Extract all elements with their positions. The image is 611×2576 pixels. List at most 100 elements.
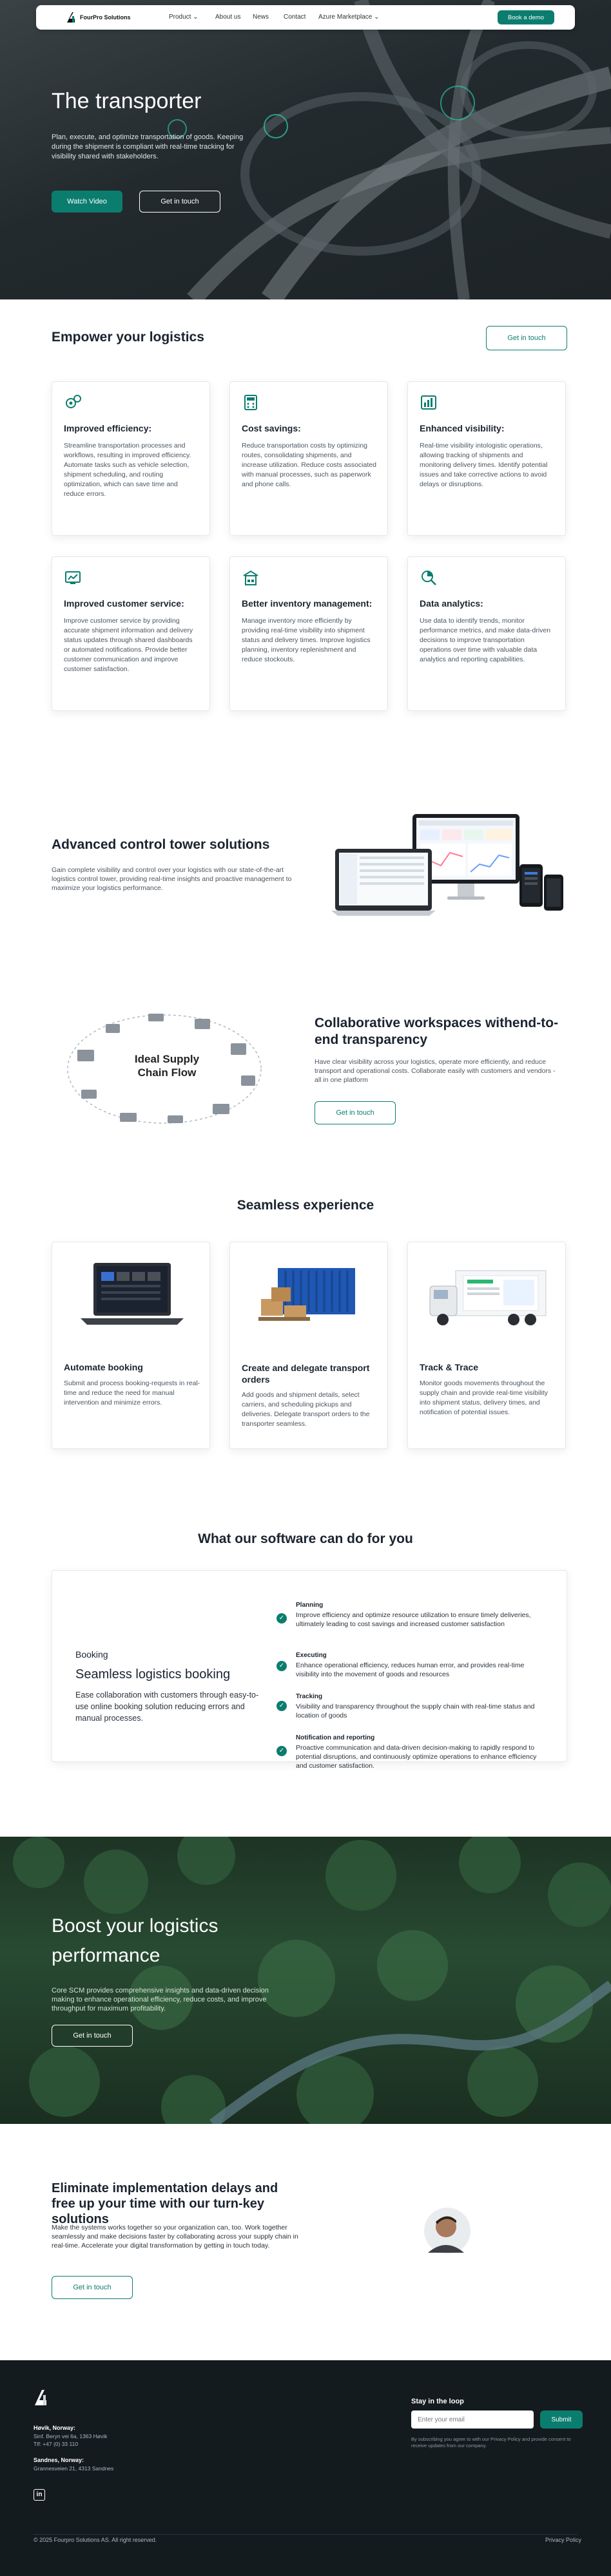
seamless-card-text: Monitor goods movements throughout the s… bbox=[420, 1379, 548, 1416]
nav-item-label: Azure Marketplace bbox=[318, 14, 373, 21]
devices-dashboard-image bbox=[331, 814, 563, 916]
seamless-card-automate-booking: Automate booking Submit and process book… bbox=[52, 1242, 210, 1449]
person-photo bbox=[424, 2208, 470, 2254]
empower-get-in-touch-button[interactable]: Get in touch bbox=[486, 326, 567, 350]
nav-item-contact[interactable]: Contact bbox=[284, 14, 306, 21]
feature-card-text: Reduce transportation costs by optimizin… bbox=[242, 442, 376, 488]
calculator-icon bbox=[242, 393, 260, 412]
analytics-icon bbox=[420, 569, 438, 587]
linkedin-icon[interactable]: in bbox=[34, 2489, 45, 2501]
empower-title: Empower your logistics bbox=[52, 330, 204, 345]
feature-card-title: Data analytics: bbox=[420, 598, 483, 609]
shipping-container-image bbox=[258, 1268, 355, 1321]
screen-chart-icon bbox=[64, 569, 82, 587]
feature-card-title: Better inventory management: bbox=[242, 598, 373, 609]
check-icon: ✓ bbox=[276, 1746, 287, 1756]
seamless-card-text: Add goods and shipment details, select c… bbox=[242, 1391, 370, 1428]
feature-text: Visibility and transparency throughout t… bbox=[296, 1703, 535, 1719]
boost-section: Boost your logistics performance Core SC… bbox=[0, 1837, 611, 2124]
chevron-down-icon: ⌄ bbox=[374, 14, 380, 21]
dashboard-icon bbox=[420, 393, 438, 412]
boost-get-in-touch-button[interactable]: Get in touch bbox=[52, 2025, 133, 2047]
forest-road-background-image bbox=[13, 1837, 611, 2124]
turnkey-get-in-touch-button[interactable]: Get in touch bbox=[52, 2276, 133, 2299]
control-tower-text: Gain complete visibility and control ove… bbox=[52, 866, 292, 892]
hero-title: The transporter bbox=[52, 89, 202, 113]
feature-card-text: Use data to identify trends, monitor per… bbox=[420, 617, 551, 663]
booking-capabilities-card: Booking Seamless logistics booking Ease … bbox=[52, 1570, 567, 1770]
hero-section: FourPro Solutions Product ⌄ About us New… bbox=[0, 0, 611, 299]
seamless-card-title: Track & Trace bbox=[420, 1362, 479, 1372]
feature-card-improved-customer-service: Improved customer service: Improve custo… bbox=[52, 556, 210, 711]
book-demo-button[interactable]: Book a demo bbox=[498, 10, 554, 24]
feature-card-data-analytics: Data analytics: Use data to identify tre… bbox=[407, 556, 566, 711]
seamless-card-title: Create and delegate transport orders bbox=[242, 1363, 370, 1385]
collaboration-get-in-touch-button[interactable]: Get in touch bbox=[315, 1101, 396, 1124]
feature-card-better-inventory-management: Better inventory management: Manage inve… bbox=[229, 556, 388, 711]
feature-card-text: Streamline transportation processes and … bbox=[64, 442, 191, 498]
feature-card-text: Improve customer service by providing ac… bbox=[64, 617, 193, 673]
office-address: Grannesveien 21, 4313 Sandnes bbox=[34, 2465, 114, 2472]
seamless-card-title: Automate booking bbox=[64, 1362, 143, 1372]
laptop-image bbox=[81, 1263, 184, 1325]
feature-card-title: Improved efficiency: bbox=[64, 423, 152, 433]
seamless-card-transport-orders: Create and delegate transport orders Add… bbox=[229, 1242, 388, 1449]
feature-title-executing: Executing bbox=[296, 1652, 327, 1659]
hero-get-in-touch-button[interactable]: Get in touch bbox=[139, 191, 220, 213]
check-icon: ✓ bbox=[276, 1613, 287, 1624]
turnkey-text: Make the systems works together so your … bbox=[52, 2224, 298, 2249]
seamless-title: Seamless experience bbox=[237, 1198, 374, 1213]
collaboration-title: Collaborative workspaces withend-to-end … bbox=[315, 1016, 559, 1047]
newsletter-email-input[interactable] bbox=[411, 2410, 534, 2429]
check-icon: ✓ bbox=[276, 1661, 287, 1671]
warehouse-icon bbox=[242, 569, 260, 587]
feature-title-notification: Notification and reporting bbox=[296, 1734, 375, 1741]
capability-heading: Seamless logistics booking bbox=[75, 1667, 231, 1681]
software-title: What our software can do for you bbox=[198, 1531, 413, 1546]
watch-video-button[interactable]: Watch Video bbox=[52, 191, 122, 213]
feature-card-title: Enhanced visibility: bbox=[420, 423, 505, 433]
feature-title-planning: Planning bbox=[296, 1602, 324, 1609]
footer-divider bbox=[34, 2534, 577, 2535]
fourpro-logo-icon[interactable] bbox=[34, 2389, 50, 2408]
feature-card-improved-efficiency: Improved efficiency: Streamline transpor… bbox=[52, 381, 210, 536]
feature-card-enhanced-visibility: Enhanced visibility: Real-time visibilit… bbox=[407, 381, 566, 536]
feature-text: Proactive communication and data-driven … bbox=[296, 1744, 537, 1770]
nav-item-azure-marketplace[interactable]: Azure Marketplace ⌄ bbox=[318, 14, 380, 21]
turnkey-title: Eliminate implementation delays and free… bbox=[52, 2181, 278, 2226]
newsletter-submit-button[interactable]: Submit bbox=[540, 2410, 583, 2429]
copyright-text: © 2025 Fourpro Solutions AS. All right r… bbox=[34, 2537, 157, 2543]
feature-title-tracking: Tracking bbox=[296, 1693, 323, 1700]
boost-text: Core SCM provides comprehensive insights… bbox=[52, 1987, 269, 2012]
capability-text: Ease collaboration with customers throug… bbox=[75, 1690, 259, 1723]
office-title: Høvik, Norway: bbox=[34, 2425, 76, 2431]
nav-item-label: Product bbox=[169, 14, 191, 21]
fourpro-logo-icon[interactable] bbox=[64, 11, 77, 24]
nav-item-product[interactable]: Product ⌄ bbox=[169, 14, 199, 21]
boost-title: Boost your logistics performance bbox=[52, 1915, 218, 1966]
brand-name[interactable]: FourPro Solutions bbox=[80, 14, 131, 21]
feature-text: Enhance operational efficiency, reduces … bbox=[296, 1662, 525, 1678]
feature-card-cost-savings: Cost savings: Reduce transportation cost… bbox=[229, 381, 388, 536]
newsletter-title: Stay in the loop bbox=[411, 2398, 464, 2405]
seamless-card-text: Submit and process booking-requests in r… bbox=[64, 1379, 200, 1406]
feature-card-title: Improved customer service: bbox=[64, 598, 184, 609]
supply-chain-diagram-title: Ideal Supply Chain Flow bbox=[134, 1053, 200, 1079]
nav-item-about-us[interactable]: About us bbox=[215, 14, 240, 21]
feature-text: Improve efficiency and optimize resource… bbox=[296, 1611, 531, 1628]
site-footer: Høvik, Norway: Sinf. Beryn vei 6a, 1363 … bbox=[0, 2360, 611, 2576]
feature-card-text: Manage inventory more efficiently by pro… bbox=[242, 617, 371, 663]
control-tower-title: Advanced control tower solutions bbox=[52, 837, 270, 852]
privacy-policy-link[interactable]: Privacy Policy bbox=[545, 2537, 581, 2543]
capability-label: Booking bbox=[75, 1649, 108, 1660]
truck-image bbox=[429, 1270, 547, 1325]
check-icon: ✓ bbox=[276, 1701, 287, 1711]
seamless-card-track-trace: Track & Trace Monitor goods movements th… bbox=[407, 1242, 566, 1449]
office-phone: Tlf: +47 (0) 33 110 bbox=[34, 2441, 79, 2447]
nav-item-news[interactable]: News bbox=[253, 14, 269, 21]
collaboration-text: Have clear visibility across your logist… bbox=[315, 1058, 556, 1084]
hero-description: Plan, execute, and optimize transportati… bbox=[52, 133, 244, 160]
top-navigation: FourPro Solutions Product ⌄ About us New… bbox=[36, 5, 575, 30]
office-address: Sinf. Beryn vei 6a, 1363 Høvik bbox=[34, 2433, 108, 2439]
feature-card-title: Cost savings: bbox=[242, 423, 301, 433]
